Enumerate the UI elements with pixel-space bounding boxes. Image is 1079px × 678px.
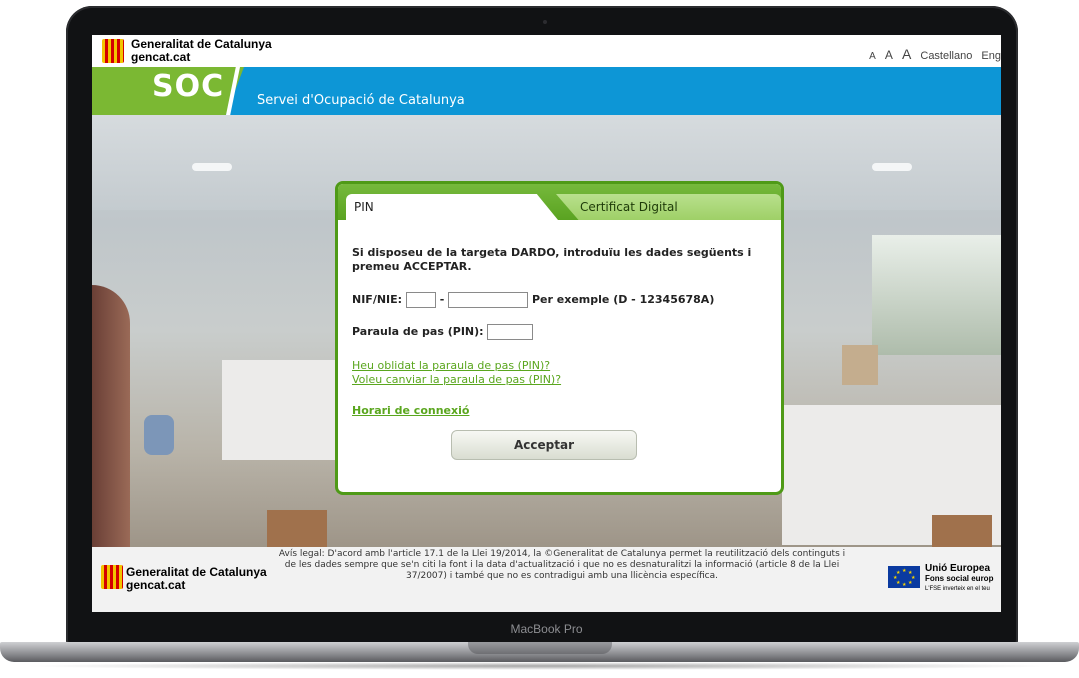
nif-example: Per exemple (D - 12345678A) [532,293,715,306]
pin-label: Paraula de pas (PIN): [352,325,484,338]
legal-notice: Avís legal: D'acord amb l'article 17.1 d… [278,549,846,581]
login-panel: PIN Certificat Digital Si disposeu de la… [335,181,784,495]
font-size-large[interactable]: A [902,46,911,62]
desk [222,360,342,460]
eu-tagline: L'FSE inverteix en el teu [925,586,990,592]
schedule-link[interactable]: Horari de connexió [352,404,469,417]
nif-row: NIF/NIE: - Per exemple (D - 12345678A) [352,292,714,308]
intro-text: Si disposeu de la targeta DARDO, introdu… [352,246,752,273]
forgot-pin-link[interactable]: Heu oblidat la paraula de pas (PIN)? [352,359,550,372]
office-chair [144,415,174,455]
site-footer: Generalitat de Catalunya gencat.cat Avís… [92,547,1001,612]
device-brand-label: MacBook Pro [510,622,583,636]
service-name: Servei d'Ocupació de Catalunya [257,93,465,108]
eu-flag-icon: ★ ★ ★ ★ ★ ★ ★ ★ [888,566,920,588]
laptop-shadow [20,662,1059,670]
eu-fund: Fons social europ [925,574,994,583]
site-header: Generalitat de Catalunya gencat.cat A A … [92,35,1001,67]
tab-pin[interactable]: PIN [346,194,558,220]
ceiling-lamp [872,163,912,171]
nif-number-input[interactable] [448,292,529,308]
pin-row: Paraula de pas (PIN): [352,324,534,340]
window [872,235,1001,355]
service-banner: SOC Servei d'Ocupació de Catalunya [92,67,1001,115]
header-tools: A A A Castellano Eng [863,46,1001,62]
generalitat-logo-icon[interactable] [101,565,123,589]
pin-input[interactable] [487,324,534,340]
cardboard-box [932,515,992,547]
language-english[interactable]: Eng [981,50,1001,62]
nif-label: NIF/NIE: [352,293,403,306]
font-size-small[interactable]: A [869,51,876,62]
eu-title: Unió Europea [925,563,991,574]
footer-org-name[interactable]: Generalitat de Catalunya gencat.cat [126,566,267,592]
ceiling-lamp [192,163,232,171]
cardboard-box [842,345,878,385]
nif-separator: - [439,293,445,306]
generalitat-logo-icon[interactable] [102,39,124,63]
login-tabs: PIN Certificat Digital [338,184,781,220]
tab-certificat-digital[interactable]: Certificat Digital [556,194,781,220]
laptop-notch [468,642,612,654]
person [92,285,130,547]
camera-icon [543,20,547,24]
org-name[interactable]: Generalitat de Catalunya gencat.cat [131,38,272,64]
accept-button[interactable]: Acceptar [451,430,637,460]
cardboard-box [267,510,327,547]
nif-prefix-input[interactable] [405,292,436,308]
pin-form: Si disposeu de la targeta DARDO, introdu… [352,232,772,460]
browser-screen: Generalitat de Catalunya gencat.cat A A … [92,35,1001,612]
font-size-medium[interactable]: A [885,48,893,62]
change-pin-link[interactable]: Voleu canviar la paraula de pas (PIN)? [352,373,561,386]
language-castellano[interactable]: Castellano [920,50,972,62]
eu-text: Unió Europea Fons social europ L'FSE inv… [925,564,993,594]
soc-logo[interactable]: SOC [152,69,224,104]
